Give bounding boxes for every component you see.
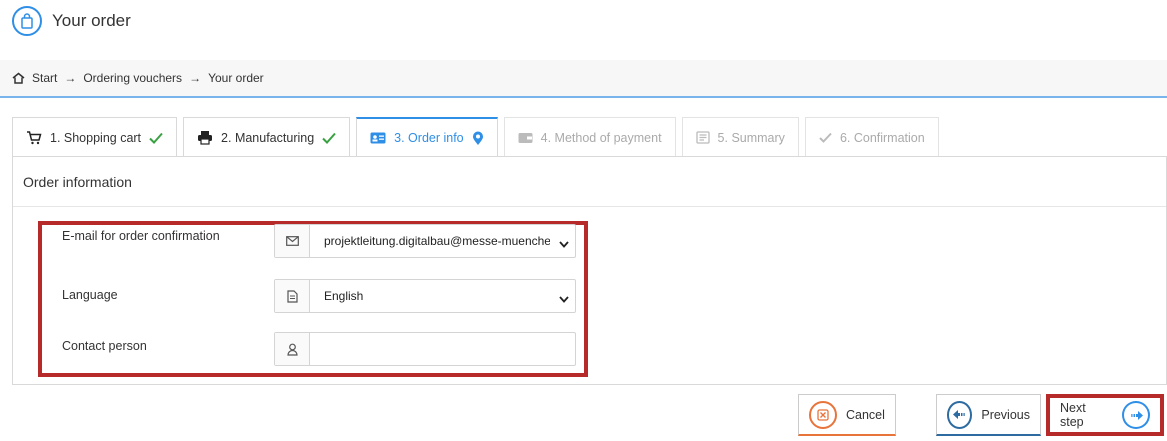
- wizard-tabs: 1. Shopping cart 2. Manufacturing 3. Ord…: [12, 117, 945, 157]
- language-label: Language: [62, 287, 118, 302]
- email-row: E-mail for order confirmation projektlei…: [62, 224, 576, 258]
- next-step-button[interactable]: Next step: [1046, 394, 1164, 436]
- home-icon[interactable]: [12, 72, 25, 84]
- user-icon: [275, 333, 310, 365]
- email-value: projektleitung.digitalbau@messe-muenchen…: [324, 234, 550, 248]
- document-icon: [695, 131, 710, 144]
- language-row: Language English: [62, 279, 576, 313]
- tab-order-info[interactable]: 3. Order info: [356, 117, 498, 157]
- cart-icon: [26, 130, 42, 145]
- checkmark-icon: [149, 132, 163, 144]
- cancel-label: Cancel: [846, 407, 885, 422]
- previous-label: Previous: [981, 407, 1030, 422]
- previous-button[interactable]: Previous: [936, 394, 1041, 436]
- tab-manufacturing[interactable]: 2. Manufacturing: [183, 117, 351, 157]
- breadcrumb-separator: →: [64, 71, 77, 85]
- location-pin-icon: [472, 131, 484, 146]
- document-icon: [275, 280, 310, 312]
- cancel-icon: [809, 400, 837, 429]
- printer-icon: [197, 130, 213, 145]
- email-label: E-mail for order confirmation: [62, 229, 220, 243]
- breadcrumb-start[interactable]: Start: [32, 71, 57, 85]
- arrow-left-icon: [947, 400, 973, 429]
- breadcrumb-ordering-vouchers[interactable]: Ordering vouchers: [83, 71, 182, 85]
- tab-confirmation: 6. Confirmation: [804, 117, 939, 157]
- wallet-icon: [518, 132, 533, 144]
- shopping-bag-icon: [12, 6, 42, 36]
- envelope-icon: [275, 225, 310, 257]
- contact-input-group[interactable]: [274, 332, 576, 366]
- tab-label: 3. Order info: [394, 131, 464, 145]
- page-title: Your order: [52, 11, 131, 30]
- page-header: Your order: [12, 6, 131, 36]
- tab-method-of-payment: 4. Method of payment: [503, 117, 676, 157]
- cancel-button[interactable]: Cancel: [798, 394, 896, 436]
- chevron-down-icon: [559, 292, 569, 306]
- language-field[interactable]: English: [310, 280, 575, 312]
- id-card-icon: [370, 132, 386, 144]
- checkmark-icon: [819, 132, 832, 143]
- tab-shopping-cart[interactable]: 1. Shopping cart: [12, 117, 178, 157]
- tab-label: 2. Manufacturing: [221, 130, 315, 145]
- breadcrumb-separator: →: [189, 71, 202, 85]
- panel-title: Order information: [13, 157, 1166, 207]
- email-select[interactable]: projektleitung.digitalbau@messe-muenchen…: [274, 224, 576, 258]
- tab-label: 6. Confirmation: [839, 130, 925, 145]
- breadcrumb-your-order: Your order: [208, 71, 264, 85]
- checkmark-icon: [322, 132, 336, 144]
- chevron-down-icon: [559, 237, 569, 251]
- tab-label: 1. Shopping cart: [50, 130, 142, 145]
- tab-label: 5. Summary: [717, 130, 785, 145]
- contact-label: Contact person: [62, 339, 147, 353]
- arrow-right-icon: [1122, 401, 1150, 429]
- language-value: English: [324, 289, 364, 303]
- language-select[interactable]: English: [274, 279, 576, 313]
- tab-summary: 5. Summary: [681, 117, 799, 157]
- contact-person-input[interactable]: [310, 333, 575, 365]
- email-field[interactable]: projektleitung.digitalbau@messe-muenchen…: [310, 225, 575, 257]
- breadcrumb: Start → Ordering vouchers → Your order: [0, 60, 1167, 98]
- tab-label: 4. Method of payment: [540, 130, 662, 145]
- contact-row: Contact person: [62, 332, 576, 366]
- next-step-label: Next step: [1060, 401, 1086, 429]
